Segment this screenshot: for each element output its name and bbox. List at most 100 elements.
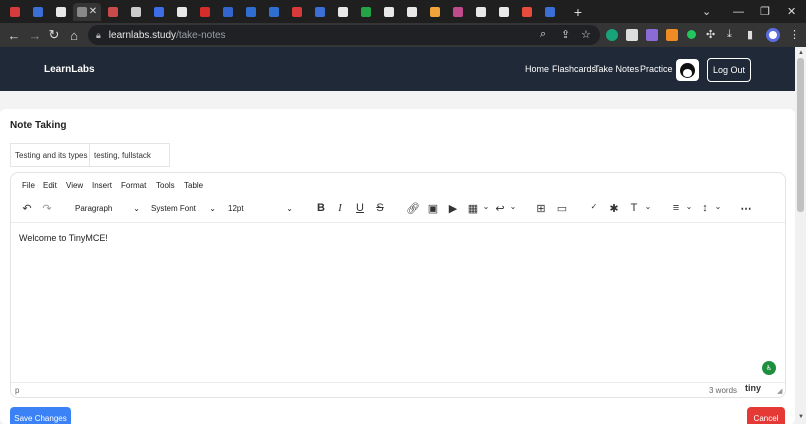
menu-edit[interactable]: Edit: [43, 181, 57, 190]
tab-favicon-icon: [453, 6, 463, 17]
close-window-icon[interactable]: ✕: [787, 0, 796, 23]
close-tab-icon[interactable]: ✕: [89, 6, 97, 17]
accessibility-help-icon[interactable]: ♿︎: [762, 361, 776, 375]
browser-tab[interactable]: [539, 3, 561, 21]
menu-view[interactable]: View: [66, 181, 83, 190]
undo-icon[interactable]: ↶: [19, 202, 35, 215]
extension-icon[interactable]: [646, 29, 658, 41]
tab-favicon-icon: [476, 6, 486, 17]
back-icon[interactable]: ←: [3, 24, 25, 46]
zoom-icon[interactable]: ⌕: [540, 28, 546, 41]
redo-icon[interactable]: ↷: [39, 202, 55, 215]
maximize-icon[interactable]: ❐: [760, 0, 770, 23]
scroll-down-icon[interactable]: ▼: [798, 414, 804, 420]
tab-favicon-icon: [499, 6, 509, 17]
menu-tools[interactable]: Tools: [156, 181, 175, 190]
word-count[interactable]: 3 words: [709, 386, 737, 395]
browser-tab[interactable]: [4, 3, 26, 21]
user-avatar[interactable]: [676, 59, 699, 81]
tab-search-icon[interactable]: ⌄: [702, 0, 711, 23]
home-icon[interactable]: ⌂: [63, 24, 85, 46]
minimize-icon[interactable]: —: [733, 0, 744, 23]
scrollbar-thumb[interactable]: [797, 58, 804, 212]
browser-tab[interactable]: [217, 3, 239, 21]
tiny-logo[interactable]: tiny: [745, 383, 761, 393]
image-icon[interactable]: ▣: [425, 202, 441, 215]
menu-table[interactable]: Table: [184, 181, 203, 190]
chevron-down-icon[interactable]: ⌄: [681, 202, 697, 211]
browser-tab[interactable]: [240, 3, 262, 21]
bold-icon[interactable]: B: [313, 202, 329, 214]
browser-tab[interactable]: [102, 3, 124, 21]
chevron-down-icon[interactable]: ⌄: [505, 202, 521, 211]
page-title: Note Taking: [10, 120, 67, 131]
browser-tab[interactable]: [447, 3, 469, 21]
strikethrough-icon[interactable]: S: [372, 202, 388, 214]
resize-handle-icon[interactable]: ◢: [777, 387, 782, 395]
element-path[interactable]: p: [15, 386, 19, 395]
more-options-icon[interactable]: ⋯: [738, 202, 754, 215]
profile-avatar-icon[interactable]: [766, 28, 780, 42]
font-family-select[interactable]: System Font ⌄: [147, 200, 220, 216]
browser-tab[interactable]: ✕: [73, 2, 101, 21]
browser-tab[interactable]: [27, 3, 49, 21]
note-title-input[interactable]: Testing and its types: [10, 143, 90, 167]
new-tab-icon[interactable]: +: [570, 4, 586, 20]
browser-tab[interactable]: [286, 3, 308, 21]
browser-tab[interactable]: [516, 3, 538, 21]
bookmark-star-icon[interactable]: ☆: [581, 28, 591, 41]
extensions-puzzle-icon[interactable]: ✣: [706, 28, 715, 41]
link-icon[interactable]: 🔗︎: [405, 202, 421, 215]
browser-tab[interactable]: [493, 3, 515, 21]
font-size-select[interactable]: 12pt ⌄: [224, 200, 297, 216]
browser-tab[interactable]: [470, 3, 492, 21]
share-icon[interactable]: ⇪: [561, 28, 570, 41]
spellcheck-icon[interactable]: ✓: [586, 202, 602, 211]
scroll-up-icon[interactable]: ▲: [798, 50, 804, 56]
browser-tab[interactable]: [332, 3, 354, 21]
browser-tab[interactable]: [125, 3, 147, 21]
menu-insert[interactable]: Insert: [92, 181, 112, 190]
browser-tab[interactable]: [171, 3, 193, 21]
notion-extension-icon[interactable]: [626, 29, 638, 41]
nav-home[interactable]: Home: [525, 64, 549, 74]
browser-tab[interactable]: [309, 3, 331, 21]
comment-icon[interactable]: ▭: [554, 202, 570, 215]
brand-logo[interactable]: LearnLabs: [44, 64, 95, 75]
chevron-down-icon[interactable]: ⌄: [710, 202, 726, 211]
browser-tab[interactable]: [148, 3, 170, 21]
save-changes-button[interactable]: Save Changes: [10, 407, 71, 424]
media-icon[interactable]: ▶: [445, 202, 461, 215]
cancel-button[interactable]: Cancel: [747, 407, 785, 424]
nav-take-notes[interactable]: Take Notes: [594, 64, 639, 74]
editor-content[interactable]: Welcome to TinyMCE!: [19, 233, 108, 243]
download-icon[interactable]: ⤓: [727, 28, 732, 41]
grammarly-extension-icon[interactable]: [606, 29, 618, 41]
tags-input[interactable]: testing, fullstack: [89, 143, 170, 167]
browser-tab[interactable]: [378, 3, 400, 21]
underline-icon[interactable]: U: [352, 202, 368, 214]
nav-flashcards[interactable]: Flashcards: [552, 64, 596, 74]
menu-file[interactable]: File: [22, 181, 35, 190]
status-extension-icon[interactable]: [687, 30, 696, 39]
menu-format[interactable]: Format: [121, 181, 146, 190]
side-panel-icon[interactable]: ▮: [747, 28, 753, 41]
address-bar[interactable]: 🔒︎ learnlabs.study /take-notes: [88, 25, 600, 45]
browser-tab[interactable]: [50, 3, 72, 21]
browser-tab[interactable]: [194, 3, 216, 21]
add-comment-icon[interactable]: ⊞: [533, 202, 549, 215]
block-format-select[interactable]: Paragraph ⌄: [71, 200, 144, 216]
browser-menu-icon[interactable]: ⋮: [789, 28, 800, 41]
browser-tab[interactable]: [401, 3, 423, 21]
browser-tab[interactable]: [424, 3, 446, 21]
nav-practice[interactable]: Practice: [640, 64, 673, 74]
tab-favicon-icon: [154, 6, 164, 17]
logout-button[interactable]: Log Out: [707, 58, 751, 82]
browser-tab[interactable]: [263, 3, 285, 21]
accessibility-icon[interactable]: ✱: [606, 202, 622, 215]
chevron-down-icon[interactable]: ⌄: [640, 202, 656, 211]
metamask-extension-icon[interactable]: [666, 29, 678, 41]
reload-icon[interactable]: ↻: [43, 24, 65, 46]
browser-tab[interactable]: [355, 3, 377, 21]
italic-icon[interactable]: I: [332, 202, 348, 214]
